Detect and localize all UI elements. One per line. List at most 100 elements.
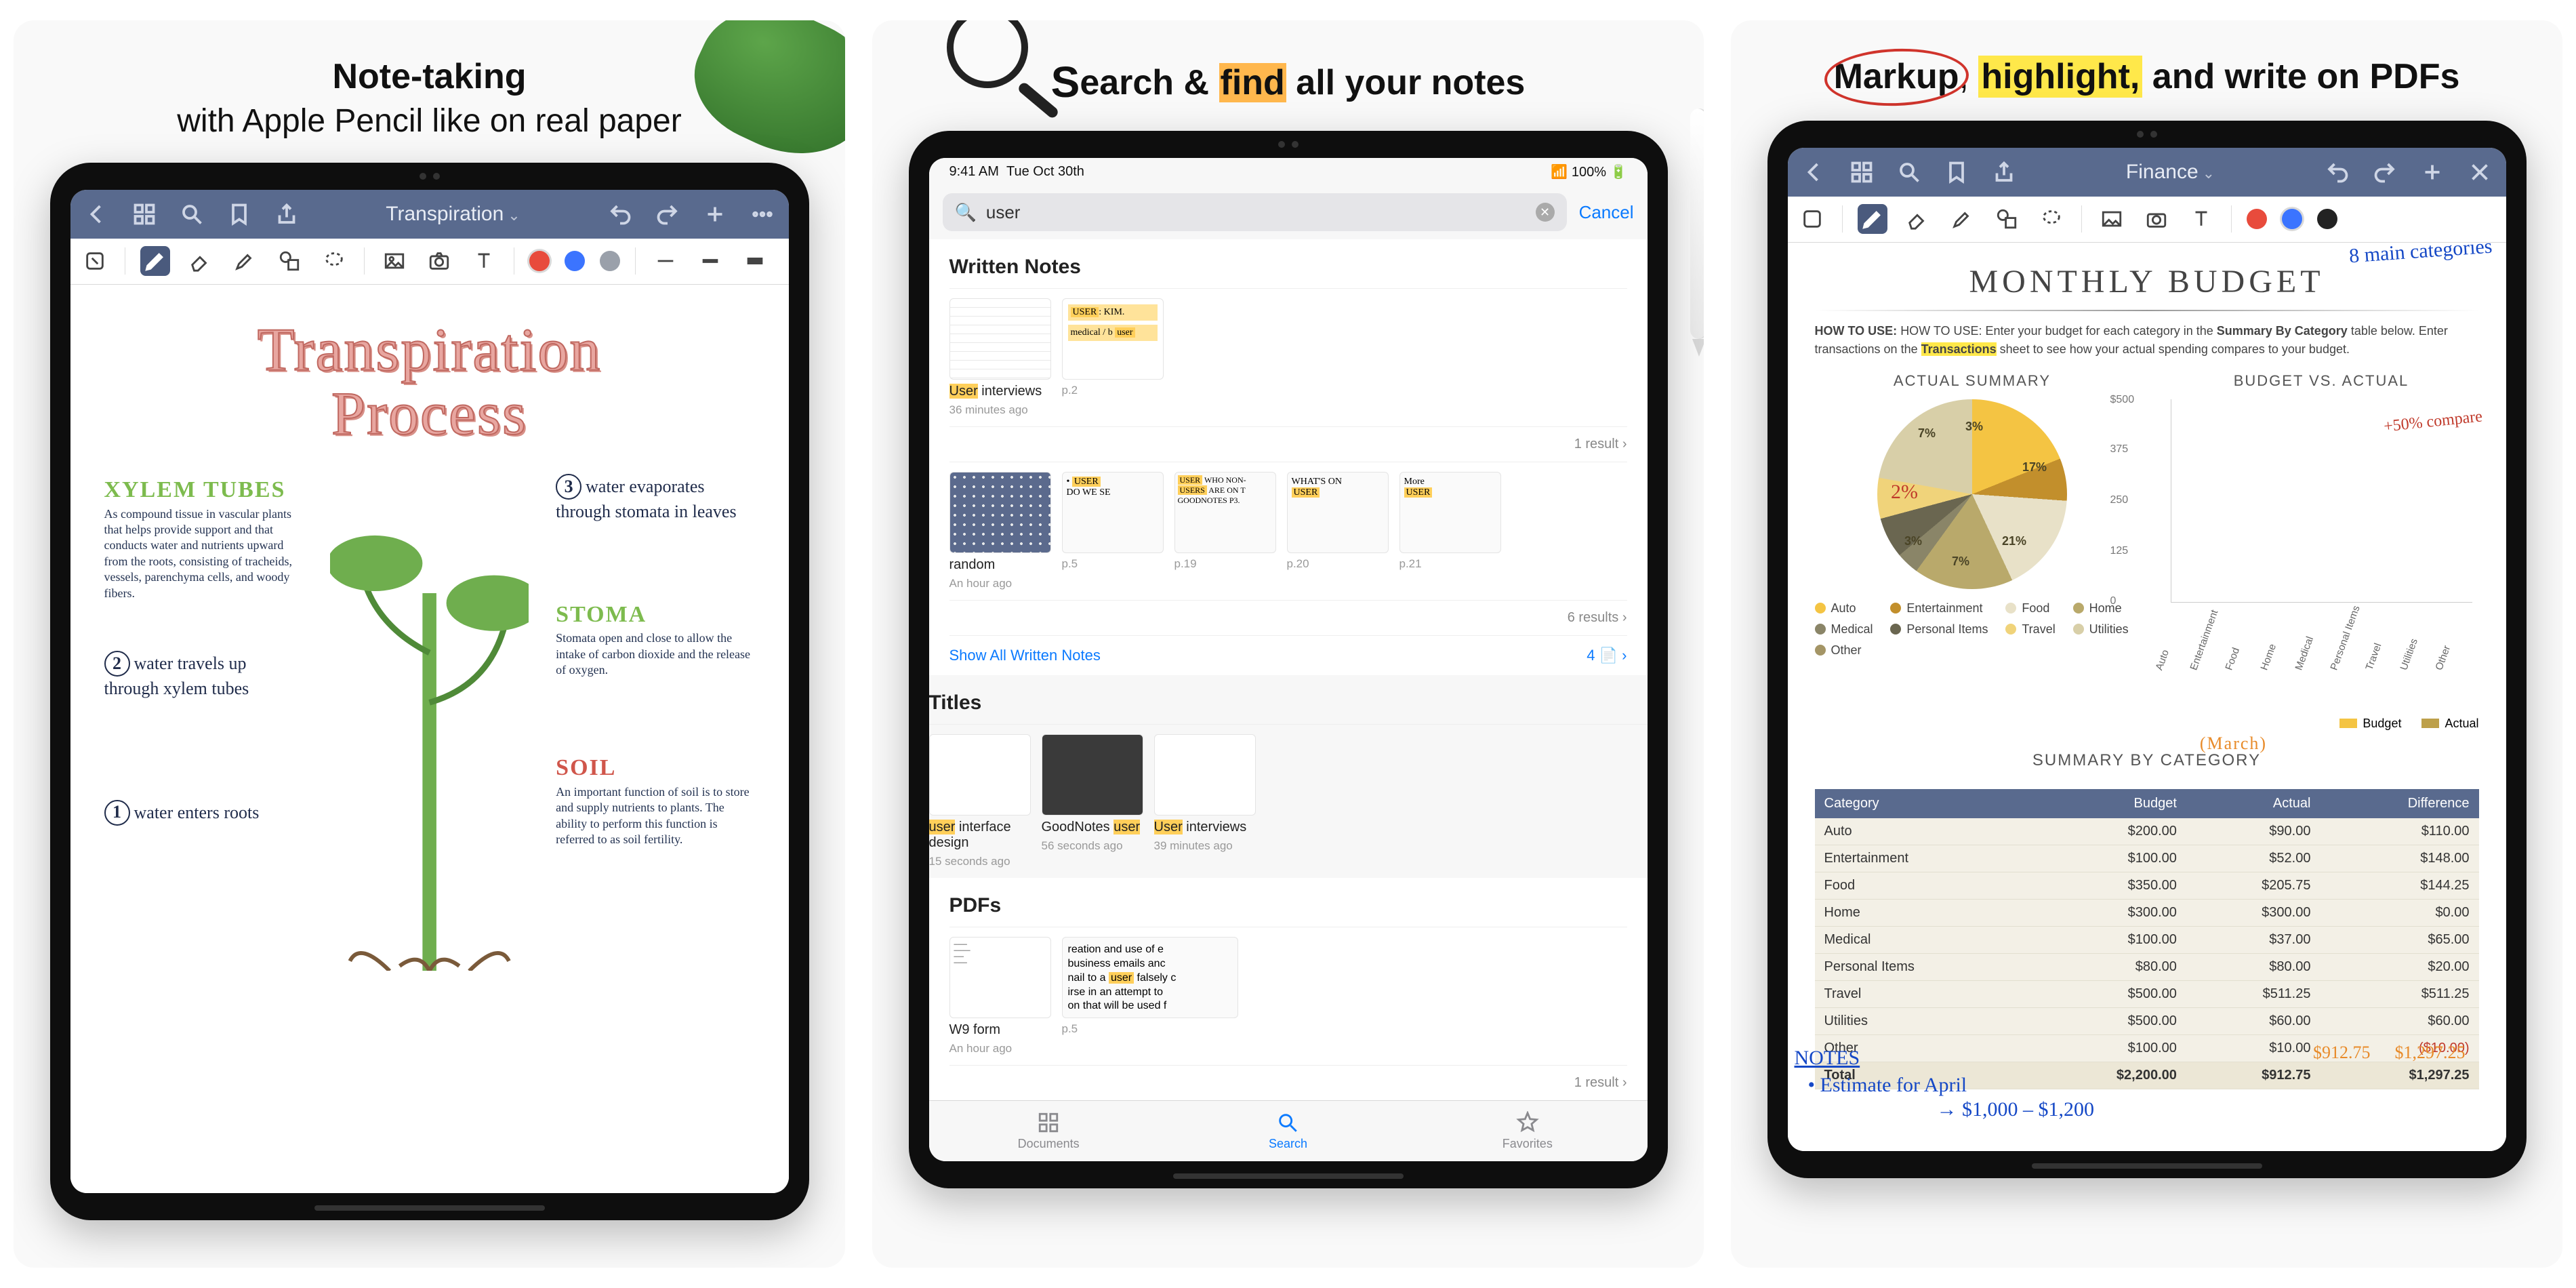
color-blue[interactable] (565, 251, 585, 271)
pen-tool-icon[interactable] (1858, 204, 1887, 234)
shape-tool-icon[interactable] (274, 246, 304, 276)
section-titles: Titles user interface design15 seconds a… (929, 675, 1648, 878)
lasso-tool-icon[interactable] (319, 246, 349, 276)
pencil-decoration (1690, 108, 1704, 339)
clear-search-icon[interactable]: ✕ (1536, 203, 1555, 222)
color-gray[interactable] (600, 251, 620, 271)
tab-documents[interactable]: Documents (929, 1101, 1168, 1161)
share-icon[interactable] (272, 200, 301, 228)
back-icon[interactable] (83, 200, 111, 228)
editor-toolbar (70, 239, 789, 285)
cancel-button[interactable]: Cancel (1579, 202, 1634, 223)
headline-highlight: highlight, (1978, 56, 2142, 98)
image-tool-icon[interactable] (380, 246, 409, 276)
app-screen-pdf: Finance⌄ (1788, 148, 2506, 1151)
pdf-footer: 1 result › (949, 1065, 1627, 1100)
bookmark-icon[interactable] (225, 200, 253, 228)
step-1: water enters roots (134, 802, 260, 822)
thumb-sticky: USER: KIM. medical / b user (1062, 298, 1164, 380)
doc-title[interactable]: Finance⌄ (2037, 161, 2304, 184)
grid-icon[interactable] (130, 200, 159, 228)
highlighter-tool-icon[interactable] (230, 246, 260, 276)
tab-favorites[interactable]: Favorites (1408, 1101, 1647, 1161)
section-pdfs: PDFs ━━━━━━━━━━━━━━━━W9 formAn hour ago … (929, 878, 1648, 1100)
right-column: 3water evaporates through stomata in lea… (556, 474, 754, 971)
step-3: water evaporates through stomata in leav… (556, 477, 736, 521)
bar-chart: $500 375 250 125 0 (2171, 399, 2472, 603)
row-footer-2: 6 results › (949, 600, 1627, 635)
eraser-tool-icon[interactable] (185, 246, 215, 276)
pie-chart-block: ACTUAL SUMMARY 7% 3% 17% 21% 7% 3% 2% Au… (1815, 372, 2130, 731)
headline-1: Note-taking with Apple Pencil like on re… (150, 20, 708, 163)
xylem-text: As compound tissue in vascular plants th… (104, 506, 303, 601)
screenshot-panel-1: Note-taking with Apple Pencil like on re… (14, 20, 845, 1268)
result-row-random[interactable]: random An hour ago • USERDO WE SEp.5 USE… (949, 462, 1627, 600)
note-canvas[interactable]: Transpiration Process XYLEM TUBES As com… (70, 285, 789, 1193)
stroke-med-icon[interactable] (695, 246, 725, 276)
search-input[interactable]: 🔍 user ✕ (943, 193, 1567, 231)
show-all-link[interactable]: Show All Written Notes 4 📄 › (949, 635, 1627, 675)
text-tool-icon[interactable] (2186, 204, 2216, 234)
lasso-tool-icon[interactable] (2037, 204, 2066, 234)
titles-row[interactable]: user interface design15 seconds ago Good… (929, 724, 1648, 878)
pdf-title: MONTHLY BUDGET (1815, 263, 2479, 300)
back-icon[interactable] (1800, 158, 1828, 186)
result-page: p.2 (1062, 384, 1164, 397)
pdf-row[interactable]: ━━━━━━━━━━━━━━━━W9 formAn hour ago reati… (949, 927, 1627, 1065)
shape-tool-icon[interactable] (1992, 204, 2022, 234)
text-tool-icon[interactable] (469, 246, 499, 276)
thumb-dotgrid (949, 472, 1051, 553)
color-red[interactable] (2247, 209, 2267, 229)
readonly-toggle-icon[interactable] (1797, 204, 1827, 234)
app-screen-editor: Transpiration⌄ (70, 190, 789, 1193)
camera-tool-icon[interactable] (2142, 204, 2171, 234)
stroke-thick-icon[interactable] (740, 246, 770, 276)
annotation-notes-head: NOTES (1795, 1047, 1860, 1070)
tab-search[interactable]: Search (1168, 1101, 1408, 1161)
redo-icon[interactable] (2371, 158, 2399, 186)
search-icon[interactable] (1895, 158, 1923, 186)
grid-icon[interactable] (1847, 158, 1876, 186)
highlighter-tool-icon[interactable] (1947, 204, 1977, 234)
color-blue[interactable] (2282, 209, 2302, 229)
annotation-notes-line: • Estimate for April (1808, 1074, 1967, 1097)
doc-title[interactable]: Transpiration⌄ (320, 203, 587, 226)
thumb-lined (949, 298, 1051, 380)
pdf-canvas[interactable]: 8 main categories MONTHLY BUDGET HOW TO … (1788, 243, 2506, 1151)
app-screen-search: 9:41 AM Tue Oct 30th 📶 100% 🔋 🔍 user ✕ C… (929, 158, 1648, 1161)
eraser-tool-icon[interactable] (1902, 204, 1932, 234)
redo-icon[interactable] (653, 200, 682, 228)
color-black[interactable] (2317, 209, 2337, 229)
pie-legend: Auto Entertainment Food Home Medical Per… (1815, 601, 2130, 658)
undo-icon[interactable] (606, 200, 634, 228)
ipad-frame-1: Transpiration⌄ (50, 163, 809, 1220)
bar-chart-block: BUDGET VS. ACTUAL +50% compare $500 375 … (2164, 372, 2479, 731)
more-icon[interactable] (748, 200, 777, 228)
stoma-text: Stomata open and close to allow the inta… (556, 630, 754, 678)
annotation-march: (March) (2200, 733, 2267, 754)
result-sub: An hour ago (949, 577, 1051, 590)
undo-icon[interactable] (2323, 158, 2352, 186)
status-bar: 9:41 AM Tue Oct 30th 📶 100% 🔋 (929, 158, 1648, 185)
summary-heading: SUMMARY BY CATEGORY (March) (1815, 751, 2479, 770)
camera-tool-icon[interactable] (424, 246, 454, 276)
share-icon[interactable] (1990, 158, 2018, 186)
editor-navbar: Finance⌄ (1788, 148, 2506, 197)
headline-bold: Note-taking (177, 54, 681, 100)
search-icon[interactable] (178, 200, 206, 228)
stroke-thin-icon[interactable] (651, 246, 680, 276)
add-page-icon[interactable] (701, 200, 729, 228)
color-red[interactable] (529, 251, 550, 271)
chart-title: BUDGET VS. ACTUAL (2164, 372, 2479, 390)
add-page-icon[interactable] (2418, 158, 2447, 186)
result-row-user-interviews[interactable]: User User interviewsinterviews 36 minute… (949, 288, 1627, 426)
readonly-toggle-icon[interactable] (80, 246, 110, 276)
row-footer-1: 1 result › (949, 426, 1627, 462)
image-tool-icon[interactable] (2097, 204, 2127, 234)
charts-row: ACTUAL SUMMARY 7% 3% 17% 21% 7% 3% 2% Au… (1815, 372, 2479, 731)
plant-illustration (330, 474, 529, 971)
pen-tool-icon[interactable] (140, 246, 170, 276)
close-icon[interactable] (2466, 158, 2494, 186)
section-written-notes: Written Notes User User interviewsinterv… (929, 239, 1648, 675)
bookmark-icon[interactable] (1942, 158, 1971, 186)
